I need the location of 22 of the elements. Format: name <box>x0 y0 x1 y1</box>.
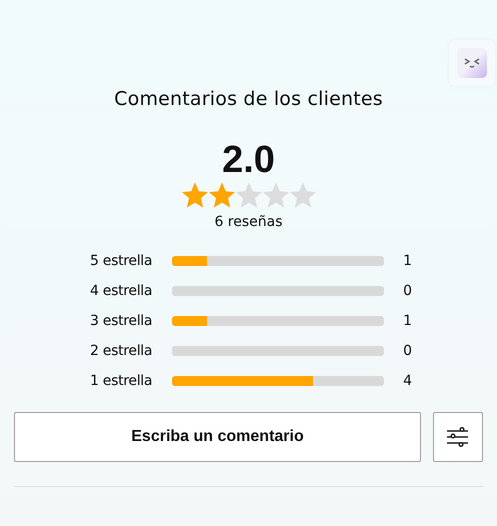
filter-button[interactable] <box>433 412 483 462</box>
star-icon <box>208 182 234 208</box>
star-icon <box>290 182 316 208</box>
rating-label: 2 estrella <box>90 343 154 359</box>
rating-count: 4 <box>402 373 412 389</box>
section-title: Comentarios de los clientes <box>114 88 383 110</box>
rating-count: 0 <box>402 283 412 299</box>
rating-label: 4 estrella <box>90 283 154 299</box>
rating-label: 3 estrella <box>90 313 154 329</box>
rating-label: 1 estrella <box>90 373 154 389</box>
star-icon <box>236 182 262 208</box>
write-review-button[interactable]: Escriba un comentario <box>14 412 421 462</box>
rating-count: 0 <box>402 343 412 359</box>
star-icon <box>182 182 208 208</box>
star-icon <box>262 182 288 208</box>
sliders-icon <box>446 425 470 449</box>
rating-label: 5 estrella <box>90 253 154 269</box>
average-rating: 2.0 <box>222 140 275 180</box>
emoticon-icon <box>457 48 487 78</box>
review-count: 6 reseñas <box>214 214 283 230</box>
rating-count: 1 <box>402 253 412 269</box>
rating-count: 1 <box>402 313 412 329</box>
